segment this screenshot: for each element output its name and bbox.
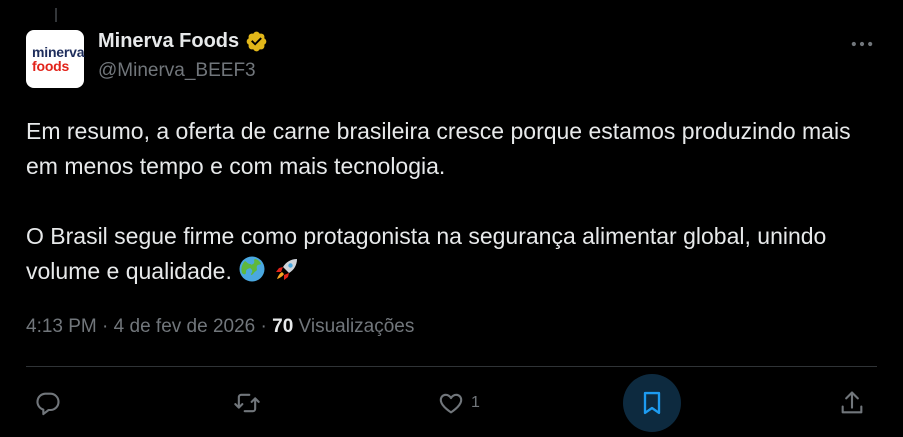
share-icon	[841, 391, 863, 414]
retweet-icon	[234, 393, 260, 413]
views-count[interactable]: 70	[272, 316, 293, 337]
reply-icon	[36, 392, 60, 416]
tweet-text: Em resumo, a oferta de carne brasileira …	[26, 114, 886, 289]
logo-text-minerva: minerva	[32, 44, 85, 60]
like-button[interactable]: 1	[437, 378, 480, 428]
divider	[26, 366, 877, 367]
logo-text-foods: foods	[32, 58, 70, 74]
tweet-time[interactable]: 4:13 PM	[26, 316, 97, 337]
retweet-button[interactable]	[233, 378, 261, 428]
tweet-paragraph-2-text: O Brasil segue firme como protagonista n…	[26, 223, 827, 284]
verified-badge-icon[interactable]	[245, 30, 268, 53]
tweet-paragraph-1: Em resumo, a oferta de carne brasileira …	[26, 118, 851, 179]
author-name-row: Minerva Foods	[98, 30, 268, 53]
views-label[interactable]: Visualizações	[299, 316, 415, 337]
display-name[interactable]: Minerva Foods	[98, 30, 239, 53]
tweet-meta: 4:13 PM · 4 de fev de 2026 · 70 Visualiz…	[26, 316, 414, 338]
bookmark-icon	[643, 391, 661, 415]
thread-line	[55, 8, 57, 22]
tweet-paragraph-2: O Brasil segue firme como protagonista n…	[26, 219, 886, 289]
handle[interactable]: @Minerva_BEEF3	[98, 60, 256, 82]
share-button[interactable]	[838, 378, 866, 428]
globe-icon	[239, 256, 265, 282]
bookmark-button[interactable]	[623, 374, 681, 432]
avatar[interactable]: minerva foods	[26, 30, 84, 88]
rocket-icon	[275, 259, 297, 280]
reply-button[interactable]	[34, 378, 62, 428]
meta-separator: ·	[260, 316, 267, 337]
more-icon[interactable]	[848, 30, 876, 58]
like-icon	[439, 393, 463, 414]
like-count: 1	[471, 394, 480, 411]
tweet-date[interactable]: 4 de fev de 2026	[114, 316, 256, 337]
meta-separator: ·	[102, 316, 109, 337]
